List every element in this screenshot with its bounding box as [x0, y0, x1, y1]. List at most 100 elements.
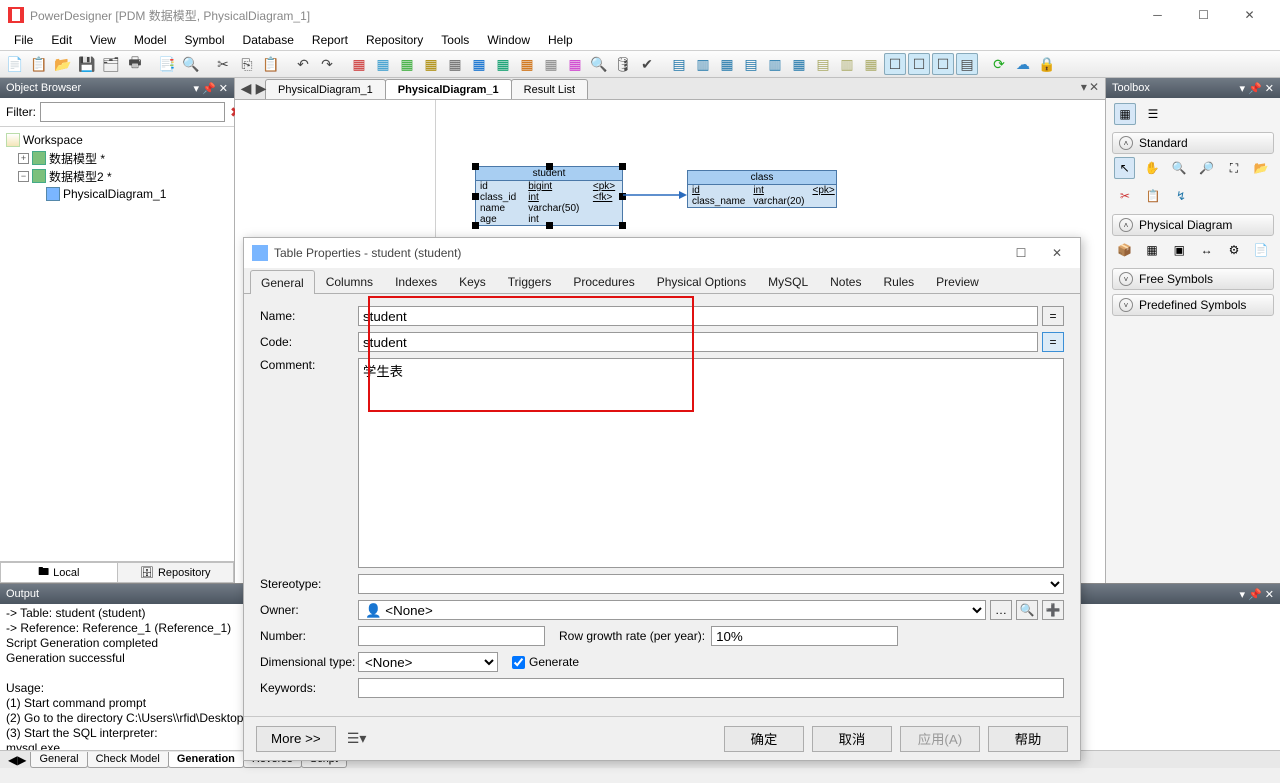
tab-scroll-left-icon[interactable]: ◀: [8, 753, 17, 767]
zoomin-tool-icon[interactable]: 🔍: [1169, 157, 1190, 179]
menu-file[interactable]: File: [6, 31, 41, 49]
row-growth-input[interactable]: [711, 626, 898, 646]
cut-tool-icon[interactable]: ✂: [1114, 185, 1136, 207]
more-button[interactable]: More >>: [256, 726, 336, 752]
tb-lock-icon[interactable]: 🔒: [1036, 53, 1058, 75]
tb-db-icon[interactable]: 🛢: [612, 53, 634, 75]
dlg-tab-preview[interactable]: Preview: [925, 269, 990, 293]
tab-prev-icon[interactable]: ◀: [239, 81, 253, 95]
pin-icon[interactable]: ▾: [1240, 589, 1246, 601]
name-sync-button[interactable]: =: [1042, 306, 1064, 326]
tab-scroll-right-icon[interactable]: ▶: [17, 753, 26, 767]
panel-pin-icon[interactable]: 📌: [1248, 589, 1262, 601]
tab-repository[interactable]: 🗄Repository: [118, 562, 235, 583]
menu-help[interactable]: Help: [540, 31, 581, 49]
doc-tab-1[interactable]: PhysicalDiagram_1: [265, 79, 386, 99]
code-input[interactable]: [358, 332, 1038, 352]
dlg-tab-keys[interactable]: Keys: [448, 269, 497, 293]
panel-close-icon[interactable]: ✕: [1265, 589, 1274, 601]
owner-props-button[interactable]: 🔍: [1016, 600, 1038, 620]
open-diagram-icon[interactable]: 📂: [1251, 157, 1272, 179]
zoomout-tool-icon[interactable]: 🔎: [1196, 157, 1217, 179]
owner-select[interactable]: 👤 <None>: [358, 600, 986, 620]
panel-close-icon[interactable]: ✕: [219, 83, 228, 95]
pkg-tool-icon[interactable]: 📦: [1114, 239, 1135, 261]
generate-checkbox[interactable]: [512, 656, 525, 669]
tb-align-middle-icon[interactable]: ▥: [764, 53, 786, 75]
maximize-button[interactable]: ☐: [1181, 1, 1226, 29]
keywords-input[interactable]: [358, 678, 1064, 698]
tb-align-center-icon[interactable]: ▥: [692, 53, 714, 75]
toolbox-cat-physical[interactable]: ˄Physical Diagram: [1112, 214, 1274, 236]
tb-align-top-icon[interactable]: ▤: [740, 53, 762, 75]
tab-menu-icon[interactable]: ▾: [1081, 80, 1087, 94]
ok-button[interactable]: 确定: [724, 726, 804, 752]
tb-merge-icon[interactable]: ▦: [564, 53, 586, 75]
paste-tool-icon[interactable]: 📋: [1142, 185, 1164, 207]
help-button[interactable]: 帮助: [988, 726, 1068, 752]
menu-edit[interactable]: Edit: [43, 31, 80, 49]
tb-samesize-icon[interactable]: ▦: [860, 53, 882, 75]
cancel-button[interactable]: 取消: [812, 726, 892, 752]
tb-list-view-icon[interactable]: ☰: [1142, 103, 1164, 125]
tb-window4-icon[interactable]: ▤: [956, 53, 978, 75]
menu-report[interactable]: Report: [304, 31, 356, 49]
dlg-tab-columns[interactable]: Columns: [315, 269, 384, 293]
dlg-tab-mysql[interactable]: MySQL: [757, 269, 819, 293]
stereotype-select[interactable]: [358, 574, 1064, 594]
panel-close-icon[interactable]: ✕: [1265, 83, 1274, 95]
menu-tools[interactable]: Tools: [433, 31, 477, 49]
menu-database[interactable]: Database: [235, 31, 302, 49]
apply-button[interactable]: 应用(A): [900, 726, 980, 752]
tb-detail-view-icon[interactable]: ▦: [1114, 103, 1136, 125]
tb-report-icon[interactable]: ▦: [516, 53, 538, 75]
tab-close-icon[interactable]: ✕: [1089, 80, 1099, 94]
dlg-tab-triggers[interactable]: Triggers: [497, 269, 563, 293]
entity-class[interactable]: class idint<pk> class_namevarchar(20): [687, 170, 837, 208]
tb-copy-icon[interactable]: ⎘: [236, 53, 258, 75]
doc-tab-3[interactable]: Result List: [511, 79, 588, 99]
tb-compare-icon[interactable]: ▦: [540, 53, 562, 75]
menu-model[interactable]: Model: [126, 31, 175, 49]
tb-gen-icon[interactable]: ▦: [492, 53, 514, 75]
tb-organize-icon[interactable]: 🗂: [100, 53, 122, 75]
dlg-tab-rules[interactable]: Rules: [872, 269, 925, 293]
pointer-tool-icon[interactable]: ↖: [1114, 157, 1135, 179]
proc-tool-icon[interactable]: ⚙: [1223, 239, 1244, 261]
grabber-tool-icon[interactable]: ✋: [1141, 157, 1162, 179]
number-input[interactable]: [358, 626, 545, 646]
tb-align-right-icon[interactable]: ▦: [716, 53, 738, 75]
code-sync-button[interactable]: =: [1042, 332, 1064, 352]
output-tab-general[interactable]: General: [30, 752, 87, 768]
menu-view[interactable]: View: [82, 31, 124, 49]
tb-new-model-icon[interactable]: 📋: [28, 53, 50, 75]
dlg-tab-indexes[interactable]: Indexes: [384, 269, 448, 293]
close-button[interactable]: ✕: [1227, 1, 1272, 29]
minimize-button[interactable]: ─: [1135, 1, 1180, 29]
tb-zoom-icon[interactable]: 🔍: [588, 53, 610, 75]
workspace-tree[interactable]: Workspace +数据模型 * −数据模型2 * PhysicalDiagr…: [0, 127, 234, 561]
pin-icon[interactable]: ▾: [1240, 83, 1246, 95]
tb-refresh-icon[interactable]: ⟳: [988, 53, 1010, 75]
view-tool-icon[interactable]: ▣: [1169, 239, 1190, 261]
name-input[interactable]: [358, 306, 1038, 326]
tb-new-icon[interactable]: 📄: [4, 53, 26, 75]
tb-open-icon[interactable]: 📂: [52, 53, 74, 75]
tb-window2-icon[interactable]: ☐: [908, 53, 930, 75]
menu-window[interactable]: Window: [479, 31, 538, 49]
link-tool-icon[interactable]: ↯: [1170, 185, 1192, 207]
tb-window3-icon[interactable]: ☐: [932, 53, 954, 75]
entity-student[interactable]: student idbigint<pk> class_idint<fk> nam…: [475, 166, 623, 226]
table-tool-icon[interactable]: ▦: [1141, 239, 1162, 261]
tb-undo-icon[interactable]: ↶: [292, 53, 314, 75]
tb-align-left-icon[interactable]: ▤: [668, 53, 690, 75]
tb-reference-icon[interactable]: ▦: [444, 53, 466, 75]
output-tab-generation[interactable]: Generation: [168, 752, 244, 768]
tb-check-icon[interactable]: ✔: [636, 53, 658, 75]
dlg-tab-procedures[interactable]: Procedures: [562, 269, 645, 293]
tb-find-icon[interactable]: 🔍: [180, 53, 202, 75]
tb-distribute-v-icon[interactable]: ▥: [836, 53, 858, 75]
expand-toggle-icon[interactable]: −: [18, 171, 29, 182]
menu-repository[interactable]: Repository: [358, 31, 431, 49]
tb-procedure-icon[interactable]: ▦: [396, 53, 418, 75]
